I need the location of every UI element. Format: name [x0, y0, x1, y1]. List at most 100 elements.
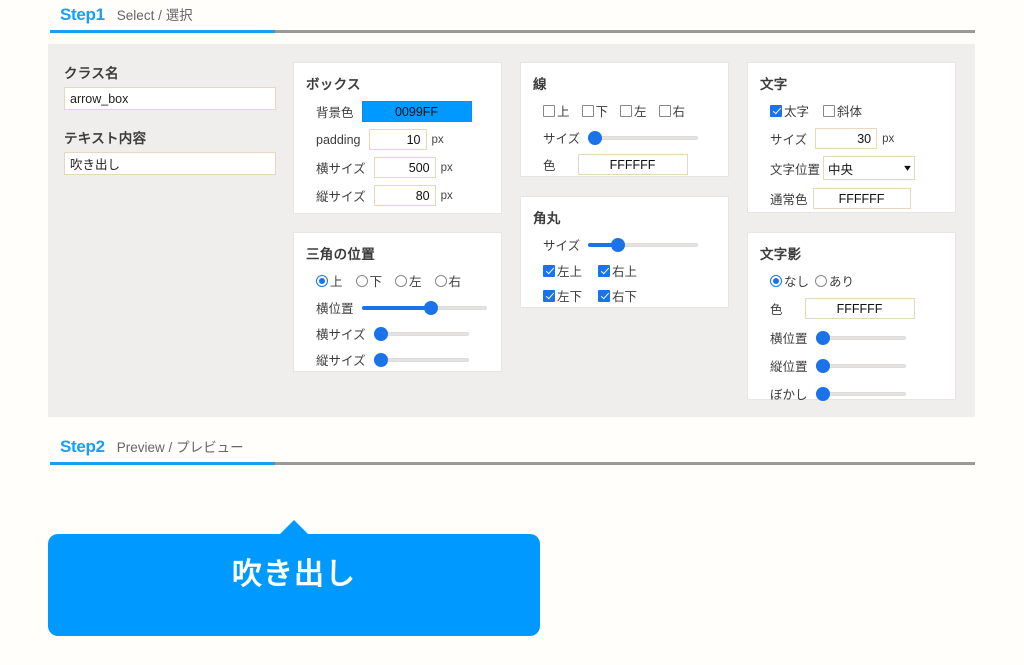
- bubble-text: 吹き出し: [232, 549, 356, 593]
- box-height-input[interactable]: [374, 185, 436, 206]
- triangle-width-label: 横サイズ: [316, 324, 366, 343]
- box-padding-row: padding px: [316, 129, 501, 150]
- shadow-radio-none[interactable]: なし: [770, 271, 809, 290]
- line-check-top[interactable]: 上: [543, 101, 570, 120]
- radius-check-topright[interactable]: 右上: [598, 261, 637, 280]
- radio-icon: [815, 275, 827, 287]
- text-italic-label: 斜体: [837, 101, 862, 120]
- shadow-offsety-slider[interactable]: [816, 359, 906, 373]
- step2-number: Step2: [60, 437, 105, 457]
- line-check-bottom[interactable]: 下: [582, 101, 609, 120]
- checkbox-icon: [543, 290, 555, 302]
- box-bgcolor-swatch[interactable]: 0099FF: [362, 101, 472, 122]
- box-height-label: 縦サイズ: [316, 186, 366, 205]
- checkbox-icon: [770, 105, 782, 117]
- step1-header: Step1 Select / 選択: [50, 4, 975, 33]
- line-check-top-label: 上: [557, 101, 570, 120]
- text-bold-check[interactable]: 太字: [770, 101, 809, 120]
- text-size-label: サイズ: [770, 129, 807, 148]
- triangle-radio-bottom[interactable]: 下: [356, 271, 383, 290]
- class-name-label: クラス名: [64, 62, 276, 82]
- triangle-width-slider[interactable]: [374, 327, 469, 341]
- text-size-row: サイズ px: [770, 128, 955, 149]
- line-color-input[interactable]: [578, 154, 688, 175]
- text-bold-label: 太字: [784, 101, 809, 120]
- text-content-label: テキスト内容: [64, 127, 276, 147]
- checkbox-icon: [598, 265, 610, 277]
- box-height-unit: px: [441, 190, 453, 202]
- text-align-row: 文字位置 中央 ▾: [770, 156, 955, 180]
- step1-label: Select / 選択: [117, 4, 193, 24]
- checkbox-icon: [543, 265, 555, 277]
- box-padding-unit: px: [432, 134, 444, 146]
- triangle-position-radiogroup: 上 下 左 右: [316, 271, 501, 290]
- box-padding-input[interactable]: [369, 129, 427, 150]
- triangle-radio-right[interactable]: 右: [435, 271, 462, 290]
- shadow-blur-slider[interactable]: [816, 387, 906, 401]
- radio-icon: [395, 275, 407, 287]
- line-sides-checkgroup: 上 下 左 右: [543, 101, 728, 120]
- bubble-arrow-icon: [279, 520, 309, 535]
- radius-check-bottomright-label: 右下: [612, 286, 637, 305]
- step1-divider: [50, 30, 975, 33]
- shadow-offsetx-slider[interactable]: [816, 331, 906, 345]
- text-align-value: 中央: [828, 159, 853, 178]
- line-size-slider[interactable]: [588, 131, 698, 145]
- line-card: 線 上 下 左 右 サイズ 色: [520, 62, 729, 177]
- triangle-radio-left[interactable]: 左: [395, 271, 422, 290]
- class-name-input[interactable]: [64, 87, 276, 110]
- shadow-radio-yes[interactable]: あり: [815, 271, 854, 290]
- line-color-label: 色: [543, 155, 556, 174]
- shadow-color-row: 色: [770, 298, 955, 319]
- shadow-offsety-row: 縦位置: [770, 356, 955, 375]
- shadow-radio-yes-label: あり: [829, 271, 854, 290]
- checkbox-icon: [620, 105, 632, 117]
- checkbox-icon: [659, 105, 671, 117]
- radius-check-topright-label: 右上: [612, 261, 637, 280]
- text-style-checkgroup: 太字 斜体: [770, 101, 955, 120]
- checkbox-icon: [598, 290, 610, 302]
- radius-card: 角丸 サイズ 左上 右上 左下 右下: [520, 196, 729, 308]
- text-content-input[interactable]: [64, 152, 276, 175]
- text-size-unit: px: [882, 133, 894, 145]
- text-align-select[interactable]: 中央 ▾: [823, 156, 915, 180]
- box-padding-label: padding: [316, 133, 361, 147]
- text-card-title: 文字: [760, 73, 955, 93]
- line-check-left[interactable]: 左: [620, 101, 647, 120]
- shadow-card-title: 文字影: [760, 243, 955, 263]
- box-card-title: ボックス: [306, 73, 501, 93]
- line-card-title: 線: [533, 73, 728, 93]
- triangle-radio-bottom-label: 下: [370, 271, 383, 290]
- line-check-right[interactable]: 右: [659, 101, 686, 120]
- radius-check-bottomright[interactable]: 右下: [598, 286, 637, 305]
- shadow-blur-label: ぼかし: [770, 384, 808, 403]
- line-check-right-label: 右: [673, 101, 686, 120]
- triangle-radio-right-label: 右: [449, 271, 462, 290]
- text-size-input[interactable]: [815, 128, 877, 149]
- checkbox-icon: [582, 105, 594, 117]
- step1-number: Step1: [60, 5, 105, 25]
- radius-size-slider[interactable]: [588, 238, 698, 252]
- radius-check-topleft[interactable]: 左上: [543, 261, 582, 280]
- radius-check-bottomleft[interactable]: 左下: [543, 286, 582, 305]
- triangle-height-slider[interactable]: [374, 353, 469, 367]
- shadow-offsetx-label: 横位置: [770, 328, 808, 347]
- basic-fields-column: クラス名 テキスト内容: [64, 62, 276, 175]
- triangle-card-title: 三角の位置: [306, 243, 501, 263]
- triangle-width-row: 横サイズ: [316, 324, 501, 343]
- line-color-row: 色: [543, 154, 728, 175]
- text-italic-check[interactable]: 斜体: [823, 101, 862, 120]
- shadow-color-input[interactable]: [805, 298, 915, 319]
- shadow-color-label: 色: [770, 299, 783, 318]
- radius-corners-row-bottom: 左下 右下: [543, 286, 728, 305]
- radius-check-bottomleft-label: 左下: [557, 286, 582, 305]
- text-color-input[interactable]: [813, 188, 911, 209]
- radio-icon: [356, 275, 368, 287]
- radius-check-topleft-label: 左上: [557, 261, 582, 280]
- box-width-input[interactable]: [374, 157, 436, 178]
- triangle-radio-top[interactable]: 上: [316, 271, 343, 290]
- box-width-row: 横サイズ px: [316, 157, 501, 178]
- triangle-offsetx-slider[interactable]: [362, 301, 487, 315]
- text-color-label: 通常色: [770, 189, 808, 208]
- preview-area: 吹き出し: [48, 534, 540, 636]
